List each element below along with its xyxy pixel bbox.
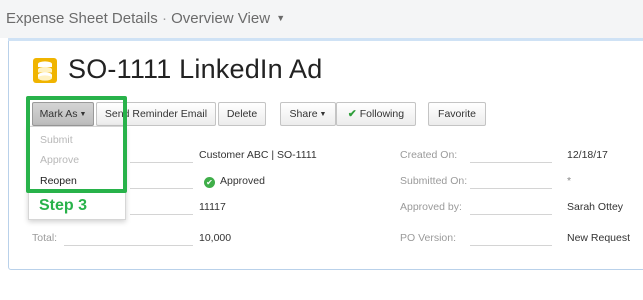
total-underline — [64, 245, 193, 246]
coin-stack-icon — [33, 58, 57, 83]
view-separator: · — [161, 10, 167, 27]
checkmark-icon: ✔ — [347, 108, 357, 120]
approved-by-value: Sarah Ottey — [567, 201, 624, 213]
total-value: 10,000 — [199, 232, 232, 244]
chevron-down-icon: ▼ — [79, 111, 87, 118]
submitted-on-label: Submitted On: — [400, 175, 468, 187]
record-title: SO-1111 LinkedIn Ad — [68, 54, 323, 84]
following-label: Following — [359, 108, 405, 120]
po-version-underline — [470, 245, 552, 246]
mark-as-label: Mark As — [39, 108, 78, 120]
status-value: ✔ Approved — [204, 175, 265, 188]
mark-as-button[interactable]: Mark As ▼ — [32, 102, 94, 126]
following-button[interactable]: ✔ Following — [336, 102, 416, 126]
approved-by-underline — [470, 214, 552, 215]
project-value: Customer ABC | SO-1111 — [199, 149, 317, 161]
status-underline — [130, 188, 193, 189]
submitted-on-underline — [470, 188, 552, 189]
delete-button[interactable]: Delete — [218, 102, 266, 126]
share-label: Share — [289, 108, 318, 120]
created-on-underline — [470, 162, 552, 163]
created-on-label: Created On: — [400, 149, 458, 161]
check-circle-icon: ✔ — [204, 177, 215, 188]
view-selector[interactable]: Expense Sheet Details · Overview View ▼ — [6, 10, 285, 27]
status-text: Approved — [220, 175, 265, 187]
menu-item-reopen[interactable]: Reopen — [40, 175, 77, 187]
po-version-label: PO Version: — [400, 232, 457, 244]
send-reminder-email-button[interactable]: Send Reminder Email — [96, 102, 216, 126]
total-label: Total: — [32, 232, 58, 244]
number-underline — [130, 214, 193, 215]
favorite-button[interactable]: Favorite — [428, 102, 486, 126]
project-underline — [130, 162, 193, 163]
approved-by-label: Approved by: — [400, 201, 462, 213]
number-value: 11117 — [199, 201, 226, 213]
view-name[interactable]: Overview View — [171, 10, 270, 27]
chevron-down-icon[interactable]: ▼ — [276, 13, 285, 23]
menu-item-approve[interactable]: Approve — [40, 154, 79, 166]
po-version-value: New Request — [567, 232, 631, 244]
menu-item-submit[interactable]: Submit — [40, 134, 73, 146]
share-button[interactable]: Share ▼ — [280, 102, 336, 126]
view-title: Expense Sheet Details — [6, 10, 158, 27]
card-accent-bar — [8, 38, 643, 41]
created-on-value: 12/18/17 — [567, 149, 608, 161]
mark-as-dropdown-menu: Submit Approve Reopen Step 3 — [28, 126, 126, 220]
chevron-down-icon: ▼ — [319, 111, 327, 118]
step-annotation: Step 3 — [39, 197, 88, 214]
submitted-on-value: * — [567, 175, 572, 187]
